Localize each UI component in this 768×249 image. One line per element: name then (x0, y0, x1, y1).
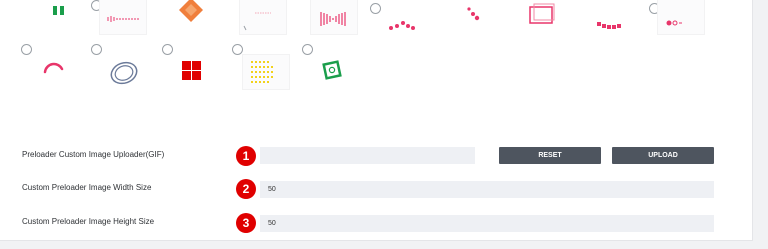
upload-button[interactable]: UPLOAD (612, 147, 714, 164)
reset-button[interactable]: RESET (499, 147, 601, 164)
preloader-radio-12[interactable] (91, 44, 102, 55)
bars-loader-icon (53, 6, 64, 15)
diamond-loader-icon (179, 0, 203, 22)
step-badge-2: 2 (236, 179, 256, 199)
preloader-option-wave[interactable] (100, 0, 146, 34)
scatter-dots-icon (467, 7, 480, 21)
bowtie-loader-icon (320, 12, 346, 26)
height-size-label: Custom Preloader Image Height Size (22, 217, 155, 226)
uploader-label: Preloader Custom Image Uploader(GIF) (22, 150, 165, 159)
preloader-option-pill[interactable] (658, 0, 704, 34)
width-size-label: Custom Preloader Image Width Size (22, 183, 152, 192)
preloader-option-bars[interactable] (37, 0, 83, 34)
preloader-option-diamond[interactable] (168, 0, 214, 34)
preloader-radio-13[interactable] (162, 44, 173, 55)
preloader-radio-14[interactable] (232, 44, 243, 55)
width-size-input[interactable]: 50 (260, 181, 714, 198)
text-loader-icon (243, 12, 271, 31)
pill-dots-icon (666, 20, 682, 26)
preloader-radio-6[interactable] (370, 3, 381, 14)
dots-loader-icon (389, 21, 415, 30)
grid-squares-icon (182, 61, 201, 80)
preloader-radio-15[interactable] (302, 44, 313, 55)
preloader-option-bowtie[interactable] (311, 0, 357, 34)
preloader-option-spinner[interactable] (32, 55, 78, 89)
preloader-option-scatter[interactable] (452, 0, 498, 34)
preloader-option-text[interactable] (240, 0, 286, 34)
preloader-option-line[interactable] (589, 0, 635, 34)
gear-frame-icon (322, 60, 342, 80)
step-badge-1: 1 (236, 146, 256, 166)
preloader-option-frame[interactable] (520, 0, 566, 34)
preloader-option-rings[interactable] (104, 55, 150, 89)
uploader-url-field[interactable] (260, 147, 475, 164)
preloader-option-gear[interactable] (313, 55, 359, 89)
square-frame-icon (529, 3, 555, 24)
preloader-radio-11[interactable] (21, 44, 32, 55)
wave-loader-icon (107, 16, 139, 22)
settings-panel: Preloader Custom Image Uploader(GIF) 1 R… (0, 0, 753, 241)
step-badge-3: 3 (236, 213, 256, 233)
spinner-arc-icon (43, 62, 64, 74)
yellow-dots-icon (251, 61, 273, 83)
height-size-input[interactable]: 50 (260, 215, 714, 232)
preloader-option-dots[interactable] (382, 0, 428, 34)
rings-loader-icon (110, 61, 138, 85)
preloader-option-yellow[interactable] (243, 55, 289, 89)
preloader-option-grid[interactable] (172, 55, 218, 89)
dotted-line-icon (597, 22, 621, 29)
